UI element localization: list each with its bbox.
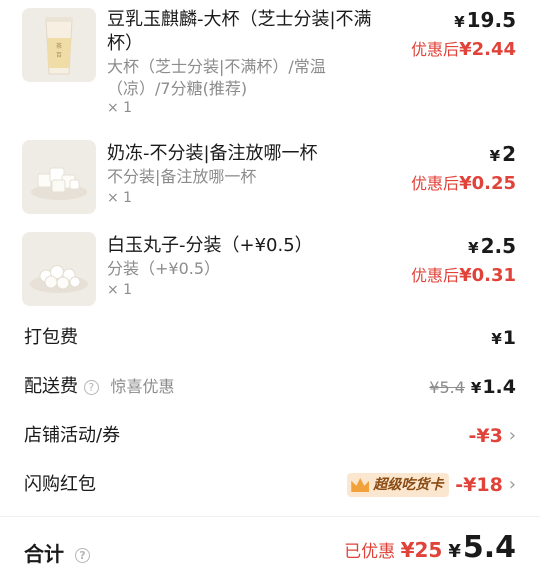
help-icon[interactable]: ?: [83, 379, 99, 395]
item-price: ¥2.5: [468, 234, 516, 258]
item-title: 白玉丸子-分装（+¥0.5）: [107, 235, 313, 256]
flash-redpacket-row[interactable]: 闪购红包 超级吃货卡 -¥18 ›: [0, 465, 540, 505]
item-discount: 优惠后¥2.44: [411, 36, 516, 60]
delivery-fee-value: ¥1.4: [470, 376, 516, 398]
help-icon[interactable]: ?: [74, 548, 90, 563]
total-saved: 已优惠 ¥25: [344, 538, 443, 562]
svg-text:百: 百: [56, 52, 62, 59]
delivery-fee-row: 配送费 ? 惊喜优惠 ¥5.4 ¥1.4: [0, 367, 540, 407]
store-promo-label: 店铺活动/券: [24, 425, 121, 446]
item-discount: 优惠后¥0.31: [411, 262, 516, 286]
item-quantity: × 1: [107, 100, 133, 116]
discount-value: ¥2.44: [459, 39, 516, 60]
packing-fee-row: 打包费 ¥1: [0, 318, 540, 358]
svg-text:茶: 茶: [56, 42, 62, 50]
item-discount: 优惠后¥0.25: [411, 170, 516, 194]
crown-icon: [351, 478, 370, 492]
item-spec: 分装（+¥0.5）: [107, 259, 221, 278]
super-foodie-card-badge: 超级吃货卡: [347, 473, 450, 497]
store-promo-row[interactable]: 店铺活动/券 -¥3 ›: [0, 416, 540, 456]
milk-jelly-icon: [22, 140, 96, 214]
item-spec: 大杯（芝士分装|不满杯）/常温（凉）/7分糖(推荐): [107, 57, 326, 98]
discount-value: ¥0.31: [459, 265, 516, 286]
flash-redpacket-label: 闪购红包: [24, 474, 96, 495]
item-price-value: 19.5: [466, 8, 516, 32]
item-quantity: × 1: [107, 282, 133, 298]
rice-balls-icon: [22, 232, 96, 306]
flash-redpacket-value: -¥18: [455, 474, 503, 496]
item-quantity: × 1: [107, 190, 133, 206]
store-promo-value: -¥3: [468, 425, 503, 447]
order-item[interactable]: 奶冻-不分装|备注放哪一杯 不分装|备注放哪一杯 × 1 ¥2 优惠后¥0.25: [0, 140, 540, 216]
item-spec: 不分装|备注放哪一杯: [107, 167, 257, 186]
packing-fee-value: ¥1: [491, 327, 516, 349]
order-item[interactable]: 茶 百 豆乳玉麒麟-大杯（芝士分装|不满杯） 大杯（芝士分装|不满杯）/常温（凉…: [0, 6, 540, 124]
packing-fee-label: 打包费: [24, 327, 78, 348]
chevron-right-icon: ›: [508, 474, 516, 495]
discount-value: ¥0.25: [459, 173, 516, 194]
delivery-original-price: ¥5.4: [429, 377, 465, 397]
item-price-value: 2: [502, 142, 516, 166]
delivery-fee-label: 配送费: [24, 376, 78, 397]
item-price-value: 2.5: [480, 234, 516, 258]
total-label-group: 合计 ?: [24, 538, 90, 567]
item-title: 奶冻-不分装|备注放哪一杯: [107, 143, 318, 164]
item-price: ¥2: [489, 142, 516, 166]
total-label: 合计: [24, 542, 64, 566]
total-amount: ¥5.4: [448, 530, 516, 565]
milk-tea-cup-icon: 茶 百: [22, 8, 96, 82]
discount-label: 优惠后: [411, 174, 460, 193]
delivery-promo-note: 惊喜优惠: [110, 377, 175, 396]
divider: [0, 516, 540, 517]
order-item[interactable]: 白玉丸子-分装（+¥0.5） 分装（+¥0.5） × 1 ¥2.5 优惠后¥0.…: [0, 232, 540, 308]
item-title: 豆乳玉麒麟-大杯（芝士分装|不满杯）: [107, 9, 372, 54]
discount-label: 优惠后: [411, 266, 460, 285]
chevron-right-icon: ›: [508, 425, 516, 446]
total-summary: 已优惠 ¥25 ¥5.4: [344, 530, 516, 565]
discount-label: 优惠后: [411, 40, 460, 59]
item-price: ¥19.5: [454, 8, 516, 32]
